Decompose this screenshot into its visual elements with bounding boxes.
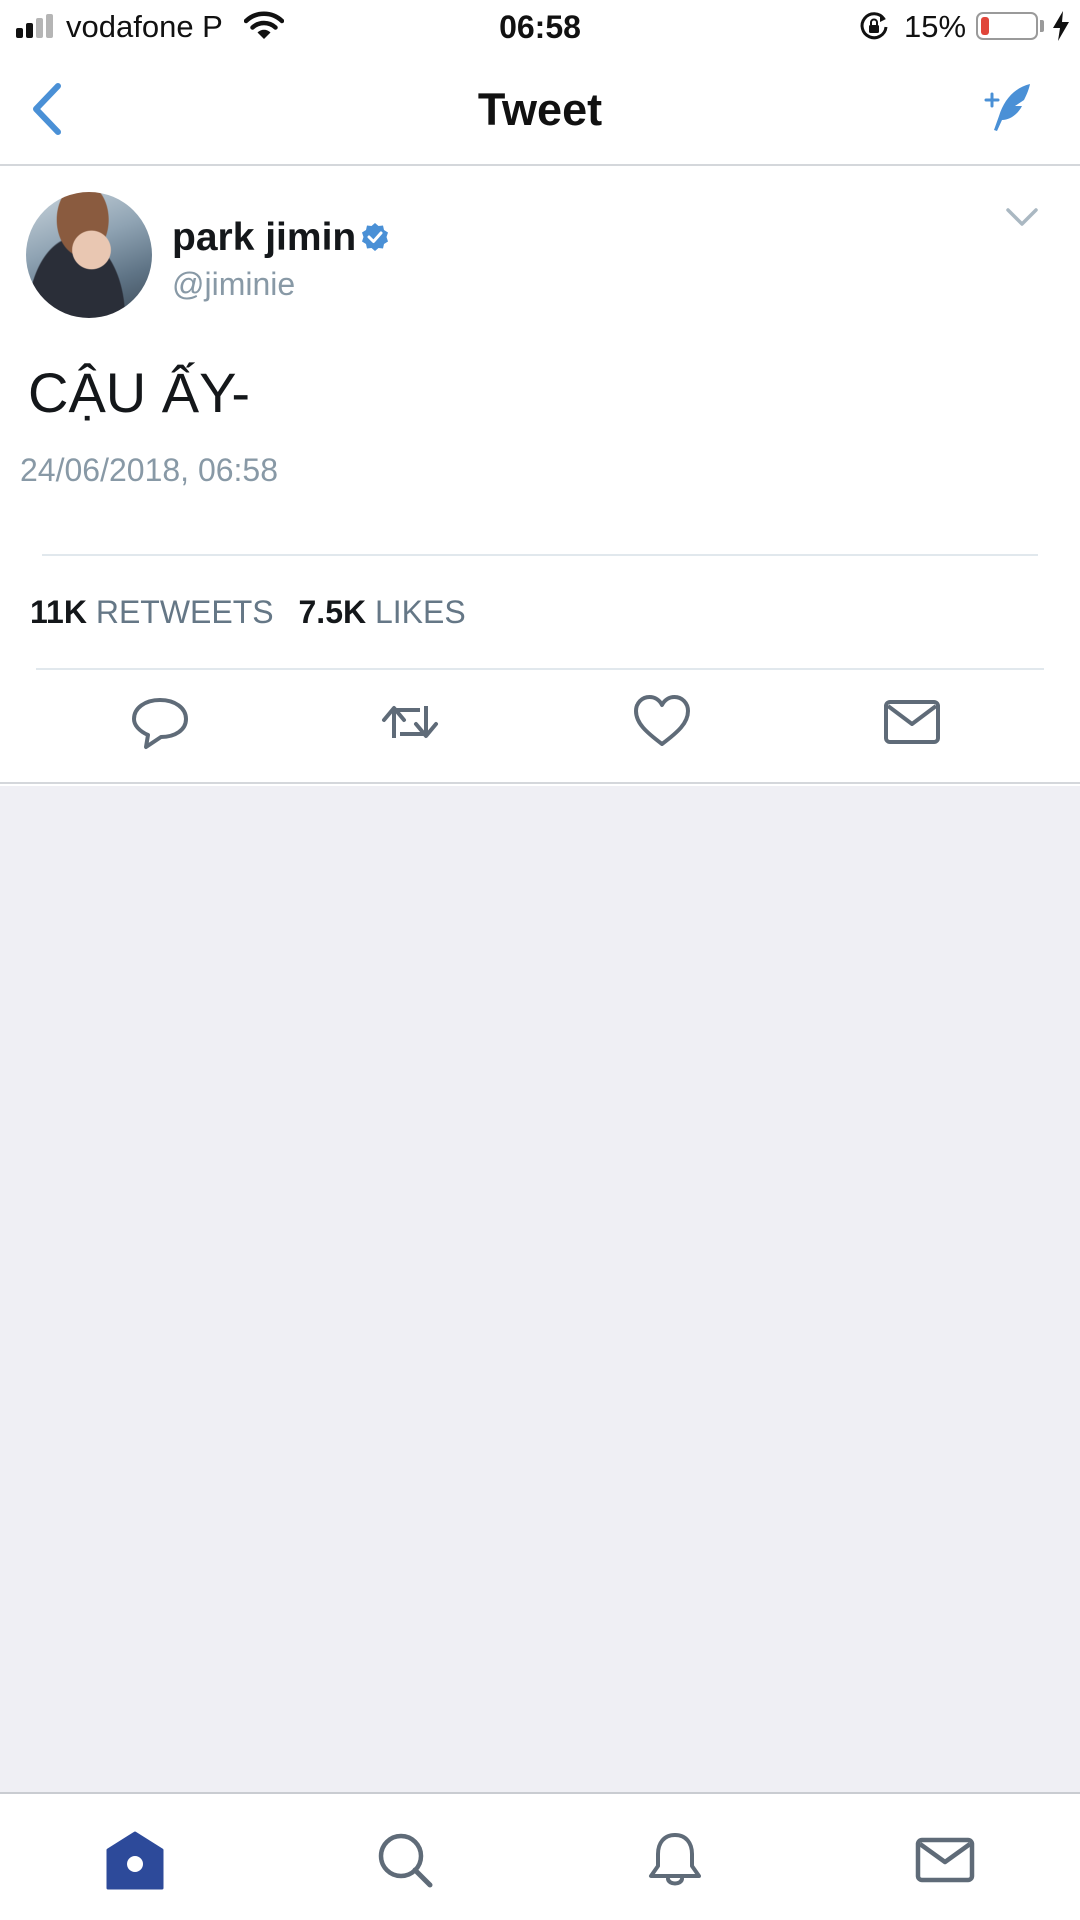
divider [36, 668, 1044, 670]
notifications-icon[interactable] [644, 1830, 706, 1890]
messages-icon[interactable] [914, 1830, 976, 1890]
tweet-detail: park jimin @jiminie CẬU ẤY- 24/06/2018, … [0, 168, 1080, 784]
battery-level-fill [981, 17, 989, 35]
display-name[interactable]: park jimin [172, 216, 356, 260]
tab-bar [0, 1792, 1080, 1920]
compose-tweet-button[interactable] [980, 80, 1036, 136]
like-icon[interactable] [632, 692, 692, 752]
verified-badge-icon [362, 223, 388, 251]
avatar[interactable] [26, 192, 152, 318]
tweet-text: CẬU ẤY- [28, 361, 251, 424]
chevron-down-icon[interactable] [1004, 204, 1040, 230]
reply-icon[interactable] [130, 692, 190, 752]
retweet-icon[interactable] [380, 692, 440, 752]
battery-percentage: 15% [904, 9, 967, 44]
divider [42, 554, 1038, 556]
search-icon[interactable] [374, 1830, 436, 1890]
likes-count[interactable]: 7.5K [299, 594, 367, 630]
battery-icon [976, 12, 1038, 40]
content-background [0, 786, 1080, 1792]
retweets-count[interactable]: 11K [30, 594, 87, 630]
navigation-bar: Tweet [0, 54, 1080, 166]
retweets-label[interactable]: RETWEETS [96, 594, 274, 630]
username-handle[interactable]: @jiminie [172, 266, 295, 303]
battery-terminal [1040, 20, 1044, 32]
home-icon[interactable] [104, 1830, 166, 1890]
tweet-stats: 11K RETWEETS 7.5K LIKES [30, 594, 482, 631]
likes-label[interactable]: LIKES [375, 594, 466, 630]
direct-message-icon[interactable] [882, 692, 942, 752]
page-title: Tweet [477, 84, 603, 135]
tweet-timestamp: 24/06/2018, 06:58 [20, 452, 279, 488]
rotation-lock-icon [860, 12, 888, 40]
charging-bolt-icon [1053, 11, 1069, 41]
status-bar: vodafone P 06:58 15% [0, 0, 1080, 54]
